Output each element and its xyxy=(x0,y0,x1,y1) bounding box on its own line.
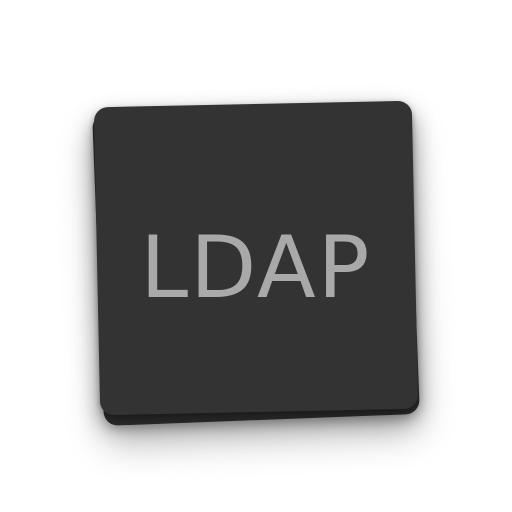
ldap-app-icon: LDAP xyxy=(0,0,512,512)
icon-label: LDAP xyxy=(140,217,372,318)
front-card: LDAP xyxy=(93,100,419,416)
